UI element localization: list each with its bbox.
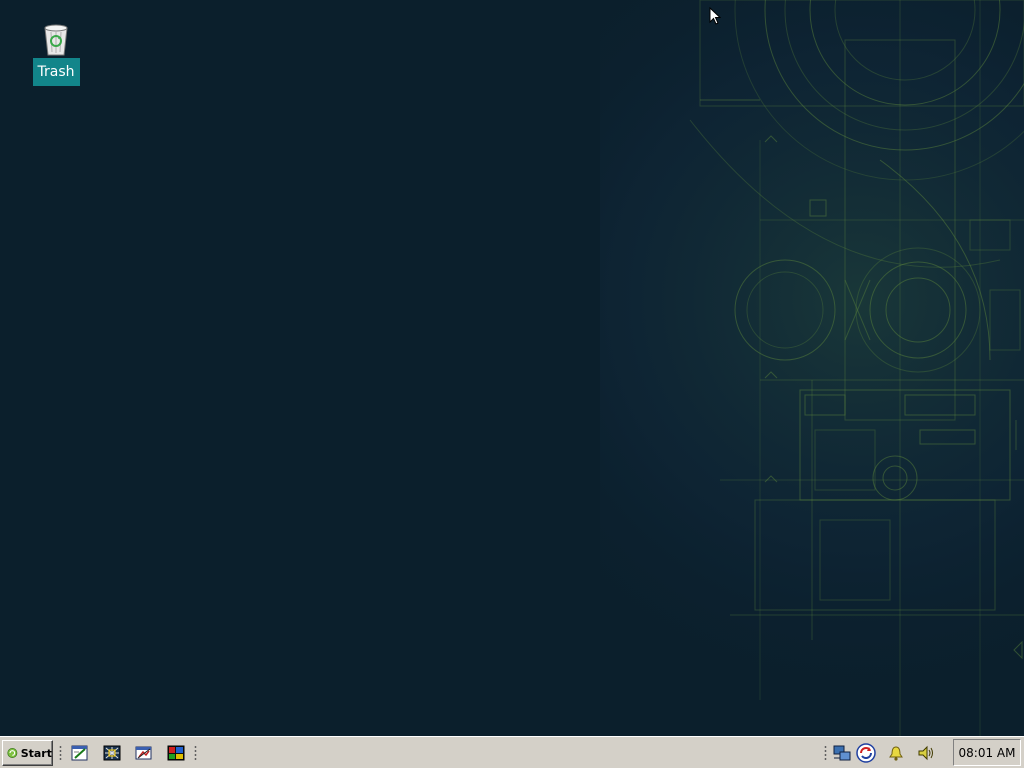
- desktop-icon-trash[interactable]: Trash: [32, 22, 80, 86]
- toolbar-grip[interactable]: [59, 745, 62, 761]
- file-manager-icon[interactable]: [134, 744, 154, 762]
- text-editor-icon[interactable]: [70, 744, 90, 762]
- tray-grip[interactable]: [824, 745, 827, 761]
- desktop-icon-label: Trash: [32, 58, 80, 86]
- trash-icon: [44, 24, 68, 56]
- desktop[interactable]: Trash: [0, 0, 1024, 736]
- start-button[interactable]: Start: [2, 740, 53, 766]
- wallpaper-blueprint: [0, 0, 1024, 736]
- mouse-pointer-icon: [709, 7, 721, 25]
- clock[interactable]: 08:01 AM: [953, 739, 1021, 766]
- network-tool-icon[interactable]: [102, 744, 122, 762]
- start-logo-icon: [7, 748, 18, 758]
- notification-bell-icon[interactable]: [886, 743, 906, 763]
- taskbar: Start 08:01 AM: [0, 736, 1024, 768]
- terminal-icon[interactable]: [166, 744, 186, 762]
- toolbar-grip[interactable]: [194, 745, 197, 761]
- update-icon[interactable]: [856, 743, 876, 763]
- network-icon[interactable]: [832, 743, 852, 763]
- start-label: Start: [20, 746, 52, 760]
- volume-icon[interactable]: [916, 743, 936, 763]
